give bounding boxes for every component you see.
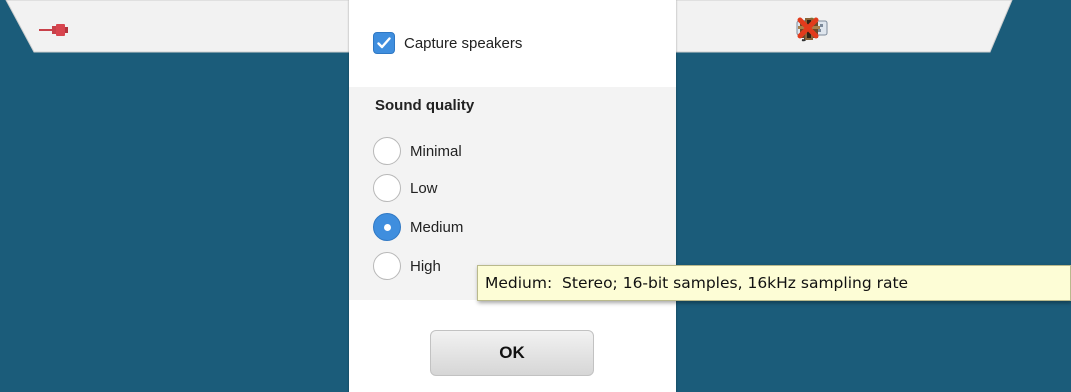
ok-button[interactable]: OK (430, 330, 594, 376)
capture-speakers-option[interactable]: Capture speakers (373, 32, 522, 54)
quality-option-high[interactable]: High (373, 252, 441, 280)
toolbar-icon-group (796, 16, 964, 46)
keyboard-icon[interactable] (796, 18, 896, 44)
pin-icon[interactable] (36, 20, 72, 40)
speaker-icon[interactable] (799, 18, 856, 44)
radio-medium[interactable] (373, 213, 401, 241)
camera-icon[interactable] (798, 18, 930, 44)
capture-speakers-label: Capture speakers (404, 34, 523, 52)
quality-option-low[interactable]: Low (373, 174, 438, 202)
quality-option-label: High (410, 257, 441, 275)
capture-speakers-checkbox[interactable] (373, 32, 395, 54)
quality-option-label: Low (410, 179, 438, 197)
radio-minimal[interactable] (373, 137, 401, 165)
close-icon[interactable] (797, 17, 964, 44)
quality-option-medium[interactable]: Medium (373, 213, 463, 241)
quality-option-label: Minimal (410, 142, 462, 160)
quality-option-label: Medium (410, 218, 464, 236)
sound-quality-title: Sound quality (375, 97, 475, 114)
audio-settings-panel: Capture speakers Sound quality Minimal L… (349, 0, 676, 392)
checkmark-icon (377, 37, 391, 49)
radio-low[interactable] (373, 174, 401, 202)
quality-tooltip: Medium: Stereo; 16-bit samples, 16kHz sa… (477, 265, 1071, 301)
quality-option-minimal[interactable]: Minimal (373, 137, 462, 165)
radio-high[interactable] (373, 252, 401, 280)
